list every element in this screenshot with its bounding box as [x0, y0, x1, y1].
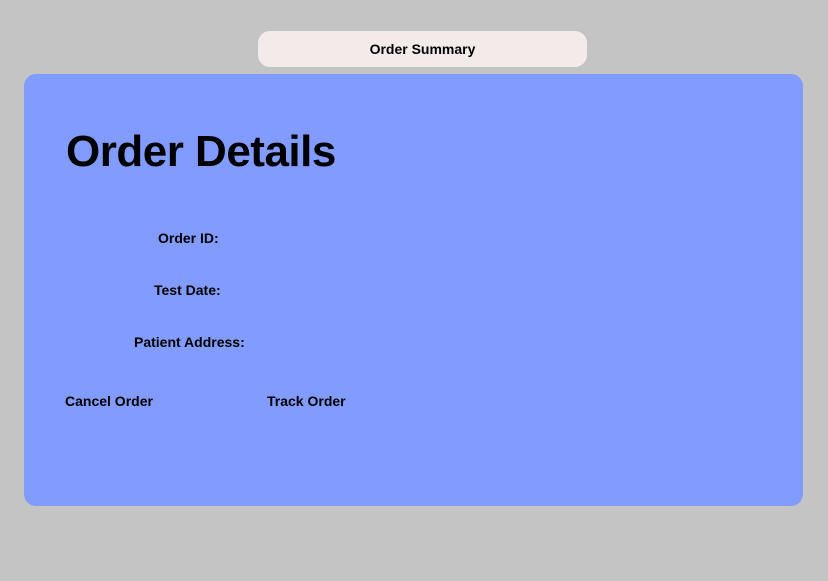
order-summary-tab-label: Order Summary [369, 41, 476, 57]
order-details-card: Order Details Order ID: Test Date: Patie… [24, 74, 803, 506]
patient-address-label: Patient Address: [134, 334, 245, 350]
cancel-order-button[interactable]: Cancel Order [65, 392, 153, 410]
order-summary-tab[interactable]: Order Summary [258, 31, 587, 67]
test-date-label: Test Date: [154, 282, 221, 298]
order-id-label: Order ID: [158, 230, 219, 246]
track-order-button[interactable]: Track Order [267, 392, 346, 410]
page-title: Order Details [66, 127, 336, 176]
